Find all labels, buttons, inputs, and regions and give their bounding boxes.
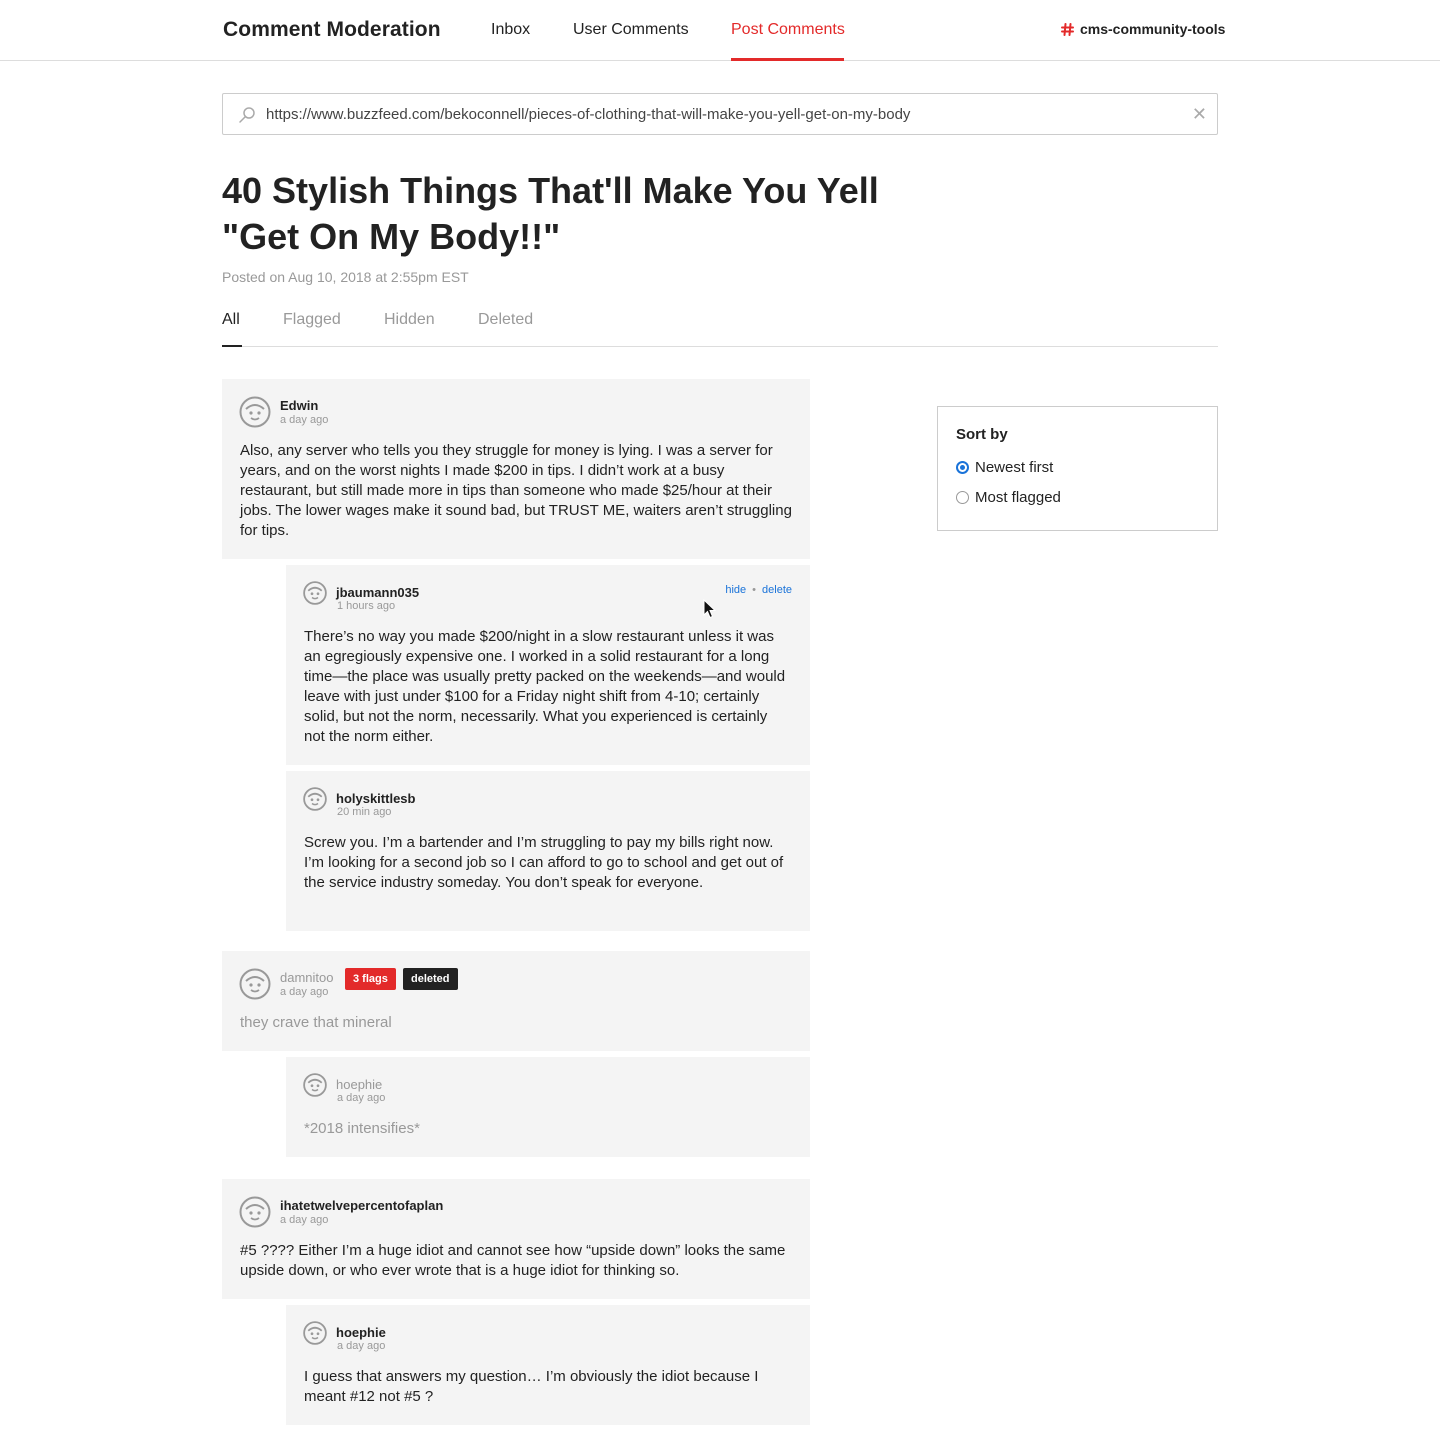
tab-flagged[interactable]: Flagged (283, 311, 341, 329)
avatar-icon (303, 1073, 327, 1102)
nav-link-user-comments[interactable]: User Comments (573, 21, 689, 39)
avatar-icon (239, 396, 271, 433)
comment-text: *2018 intensifies* (304, 1120, 420, 1137)
comment-author[interactable]: damnitoo (280, 970, 333, 985)
reply-card: hoephie a day ago *2018 intensifies* (286, 1057, 810, 1157)
reply-card: holyskittlesb 20 min ago Screw you. I’m … (286, 771, 810, 931)
comment-time: 1 hours ago (337, 600, 396, 612)
active-nav-indicator (731, 58, 844, 61)
status-badge: deleted (403, 968, 458, 990)
comment-card: damnitoo 3 flags deleted a day ago they … (222, 951, 810, 1051)
sort-option-label: Most flagged (975, 489, 1061, 506)
top-nav-bar: Comment Moderation Inbox User Comments P… (0, 0, 1440, 61)
comment-time: a day ago (280, 986, 329, 998)
reply-card: jbaumann035 1 hours ago hide • delete Th… (286, 565, 810, 765)
action-separator: • (752, 584, 757, 596)
comment-author[interactable]: hoephie (336, 1077, 382, 1092)
clear-icon[interactable]: ✕ (1192, 105, 1207, 123)
comment-author[interactable]: holyskittlesb (336, 791, 415, 806)
delete-button[interactable]: delete (762, 584, 792, 596)
sort-option-label: Newest first (975, 459, 1054, 476)
comment-text: #5 ???? Either I’m a huge idiot and cann… (240, 1242, 786, 1279)
active-tab-indicator (222, 345, 242, 347)
comment-time: a day ago (280, 414, 329, 426)
comment-author[interactable]: Edwin (280, 398, 318, 413)
sort-title: Sort by (956, 426, 1008, 443)
mouse-pointer-icon (703, 598, 717, 624)
comment-author[interactable]: jbaumann035 (336, 585, 419, 600)
comment-card: ihatetwelvepercentofaplan a day ago #5 ?… (222, 1179, 810, 1299)
post-title: 40 Stylish Things That'll Make You Yell … (222, 170, 879, 257)
hash-icon (1061, 22, 1074, 36)
sort-option-most-flagged[interactable]: Most flagged (956, 489, 1061, 506)
comment-time: 20 min ago (337, 806, 392, 818)
avatar-icon (303, 787, 327, 816)
comment-card: Edwin a day ago Also, any server who tel… (222, 379, 810, 559)
comment-actions: hide • delete (725, 584, 792, 596)
comment-author[interactable]: ihatetwelvepercentofaplan (280, 1198, 443, 1213)
comment-text: they crave that mineral (240, 1014, 392, 1031)
avatar-icon (303, 1321, 327, 1350)
nav-link-inbox[interactable]: Inbox (491, 21, 530, 39)
org-switcher[interactable]: cms-community-tools (1061, 21, 1225, 37)
post-date: Posted on Aug 10, 2018 at 2:55pm EST (222, 269, 469, 285)
comment-time: a day ago (337, 1340, 386, 1352)
search-input[interactable] (266, 94, 1166, 134)
tab-hidden[interactable]: Hidden (384, 311, 435, 329)
avatar-icon (239, 968, 271, 1005)
comment-time: a day ago (337, 1092, 386, 1104)
comment-text: Screw you. I’m a bartender and I’m strug… (304, 834, 784, 891)
search-icon (237, 105, 257, 130)
app-title: Comment Moderation (223, 18, 441, 41)
tab-all[interactable]: All (222, 311, 240, 329)
comment-text: Also, any server who tells you they stru… (240, 442, 792, 539)
nav-link-post-comments[interactable]: Post Comments (731, 21, 845, 39)
tab-deleted[interactable]: Deleted (478, 311, 533, 329)
radio-unselected-icon[interactable] (956, 491, 969, 504)
flag-count-badge: 3 flags (345, 968, 396, 990)
hide-button[interactable]: hide (725, 584, 746, 596)
comment-text: There’s no way you made $200/night in a … (304, 628, 786, 745)
sort-option-newest[interactable]: Newest first (956, 459, 1053, 476)
org-name: cms-community-tools (1080, 21, 1226, 37)
comment-author[interactable]: hoephie (336, 1325, 386, 1340)
sort-panel: Sort by Newest first Most flagged (937, 406, 1218, 531)
filter-tabs: All Flagged Hidden Deleted (222, 310, 1218, 347)
post-url-search: ✕ (222, 93, 1218, 135)
reply-card: hoephie a day ago I guess that answers m… (286, 1305, 810, 1425)
avatar-icon (303, 581, 327, 610)
comment-time: a day ago (280, 1214, 329, 1226)
radio-selected-icon[interactable] (956, 461, 969, 474)
avatar-icon (239, 1196, 271, 1233)
comment-text: I guess that answers my question… I’m ob… (304, 1368, 759, 1405)
